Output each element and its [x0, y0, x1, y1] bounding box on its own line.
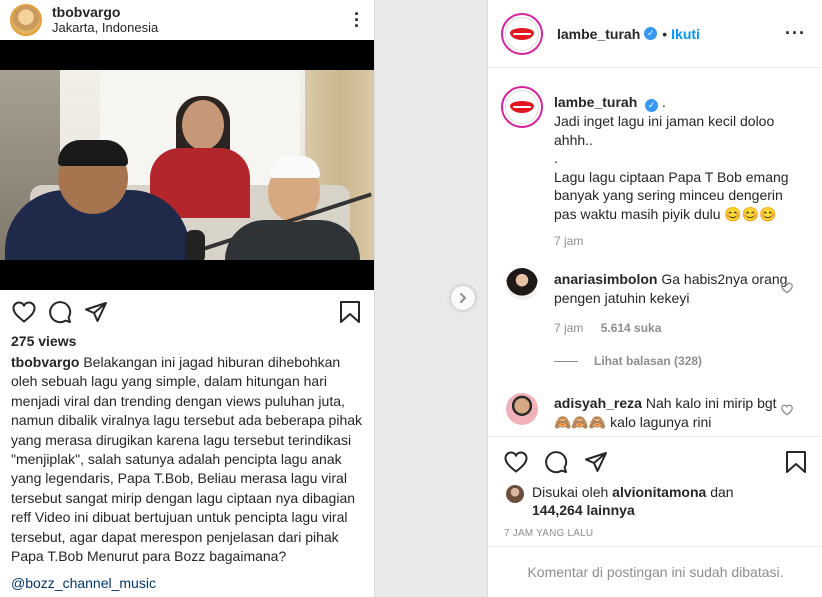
caption-line: Lagu lagu ciptaan Papa T Bob emang [554, 168, 789, 185]
left-post: tbobvargo Jakarta, Indonesia · · · 275 v… [0, 0, 375, 597]
adisyah-reza-avatar[interactable] [506, 393, 538, 425]
lambe-turah-avatar[interactable] [501, 12, 543, 55]
post-video[interactable] [0, 40, 374, 290]
replies-divider [554, 360, 578, 362]
left-post-username[interactable]: tbobvargo [52, 4, 158, 20]
caption-author[interactable]: lambe_turah [554, 94, 637, 110]
liked-by-others[interactable]: 144,264 lainnya [532, 502, 635, 518]
comment-time[interactable]: 7 jam [554, 321, 583, 335]
comment: adisyah_reza Nah kalo ini mirip bgt 🙈🙈🙈 … [554, 394, 794, 431]
view-replies-button[interactable]: Lihat balasan (328) [554, 354, 702, 368]
comment-username[interactable]: anariasimbolon [554, 271, 657, 287]
heart-icon[interactable] [781, 281, 793, 294]
left-post-header: tbobvargo Jakarta, Indonesia · · · [0, 0, 374, 40]
caption-dot: . [662, 94, 666, 110]
caption-line: banyak yang sering minceu dengerin [554, 187, 783, 204]
header-separator: • [662, 25, 668, 42]
bookmark-icon[interactable] [336, 298, 364, 326]
caption-text: Belakangan ini jagad hiburan dihebohkan … [11, 354, 363, 565]
view-replies-label: Lihat balasan (328) [594, 354, 703, 368]
verified-badge-icon: ✓ [644, 27, 658, 40]
caption-line: ahhh.. [554, 131, 593, 148]
follow-button[interactable]: Ikuti [671, 26, 700, 42]
tbobvargo-avatar[interactable] [10, 4, 42, 36]
heart-icon[interactable] [502, 448, 530, 476]
liked-by-text: Disukai oleh alvionitamona dan 144,264 l… [532, 483, 772, 519]
left-post-user-block: tbobvargo Jakarta, Indonesia [52, 4, 158, 36]
more-options-icon[interactable]: ··· [350, 5, 364, 35]
right-panel: lambe_turah ✓ • Ikuti ··· lambe_turah ✓ … [487, 0, 822, 597]
anariasimbolon-avatar[interactable] [506, 268, 538, 300]
comment: anariasimbolon Ga habis2nya orang pengen… [554, 270, 794, 307]
post-caption: lambe_turah ✓ . Jadi inget lagu ini jama… [554, 93, 794, 224]
verified-badge-icon: ✓ [645, 99, 659, 112]
comment-icon[interactable] [46, 298, 74, 326]
left-post-location[interactable]: Jakarta, Indonesia [52, 20, 158, 36]
lips-logo-icon [510, 101, 534, 113]
liked-by: Disukai oleh alvionitamona dan 144,264 l… [506, 483, 772, 519]
left-post-caption: tbobvargo Belakangan ini jagad hiburan d… [11, 353, 366, 566]
heart-icon[interactable] [10, 298, 38, 326]
comment-likes[interactable]: 5.614 suka [601, 321, 662, 335]
comments-disabled-notice: Komentar di postingan ini sudah dibatasi… [488, 546, 822, 597]
next-arrow-icon[interactable] [451, 286, 475, 310]
more-options-icon[interactable]: ··· [785, 23, 806, 44]
liker-avatar[interactable] [506, 485, 524, 503]
mention-link[interactable]: @bozz_channel_music [11, 575, 156, 591]
video-frame [0, 70, 374, 260]
view-count[interactable]: 275 views [11, 333, 76, 349]
header-username[interactable]: lambe_turah [557, 26, 640, 42]
comment-meta: 7 jam 5.614 suka [554, 321, 661, 335]
bookmark-icon[interactable] [782, 448, 810, 476]
comment-icon[interactable] [542, 448, 570, 476]
caption-line: Jadi inget lagu ini jaman kecil doloo [554, 113, 775, 129]
lips-logo-icon [510, 27, 534, 40]
post-timestamp[interactable]: 7 JAM YANG LALU [504, 528, 593, 539]
share-icon[interactable] [582, 448, 610, 476]
liked-by-user[interactable]: alvionitamona [612, 484, 706, 500]
caption-line: . [554, 150, 558, 167]
right-panel-header: lambe_turah ✓ • Ikuti ··· [488, 0, 822, 68]
comments-list[interactable]: lambe_turah ✓ . Jadi inget lagu ini jama… [488, 69, 822, 435]
left-post-actions [10, 298, 364, 328]
liked-by-joiner: dan [710, 484, 734, 500]
share-icon[interactable] [82, 298, 110, 326]
caption-line: pas waktu masih piyik dulu 😊😊😊 [554, 205, 777, 222]
liked-by-prefix: Disukai oleh [532, 484, 609, 500]
heart-icon[interactable] [781, 403, 793, 416]
comment-username[interactable]: adisyah_reza [554, 395, 642, 411]
caption-time[interactable]: 7 jam [554, 234, 583, 248]
caption-username[interactable]: tbobvargo [11, 354, 79, 370]
caption-avatar[interactable] [501, 86, 543, 128]
right-panel-actions: Disukai oleh alvionitamona dan 144,264 l… [488, 436, 822, 546]
